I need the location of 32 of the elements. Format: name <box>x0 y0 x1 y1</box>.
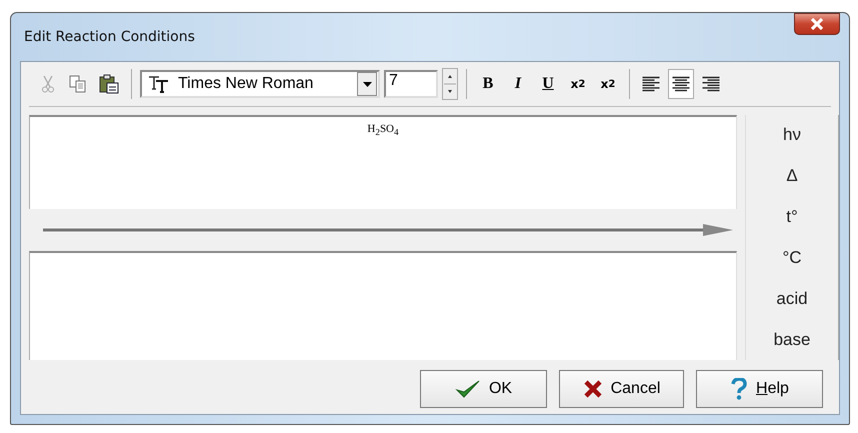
symbol-item[interactable]: acid <box>776 288 808 309</box>
symbol-item[interactable]: Δ <box>786 166 798 186</box>
font-icon <box>148 75 170 93</box>
cancel-button[interactable]: Cancel <box>559 370 684 408</box>
question-icon <box>730 378 748 400</box>
close-icon <box>809 17 825 31</box>
check-icon <box>454 379 481 399</box>
italic-button[interactable]: I <box>505 69 531 99</box>
window-title: Edit Reaction Conditions <box>23 29 195 45</box>
symbol-item[interactable]: t° <box>786 207 798 228</box>
close-button[interactable] <box>794 13 840 35</box>
copy-icon <box>69 75 87 93</box>
clipboard-icon <box>99 74 119 94</box>
bold-button[interactable]: B <box>475 69 501 99</box>
symbol-item[interactable]: hν <box>783 125 801 146</box>
symbol-item[interactable]: base <box>774 330 810 350</box>
text-field[interactable]: H$_{2}$SO$_{4}$ <box>29 115 737 209</box>
spin-button[interactable] <box>442 68 458 100</box>
font-size-field[interactable]: 7 <box>384 70 438 98</box>
symbol-item[interactable]: °C <box>782 248 802 268</box>
align-center-button[interactable] <box>668 69 694 99</box>
text-field[interactable] <box>29 251 737 360</box>
help-button[interactable]: Help <box>696 370 823 408</box>
cross-icon <box>582 379 603 399</box>
font-dropdown[interactable]: Times New Roman <box>140 70 380 98</box>
caret-icon <box>362 82 372 86</box>
underline-button[interactable]: U <box>535 69 561 99</box>
align-left-icon <box>642 76 660 92</box>
ok-button[interactable]: OK <box>420 370 547 408</box>
align-right-icon <box>702 76 720 92</box>
scissors-icon <box>41 75 55 93</box>
align-center-icon <box>672 76 690 92</box>
